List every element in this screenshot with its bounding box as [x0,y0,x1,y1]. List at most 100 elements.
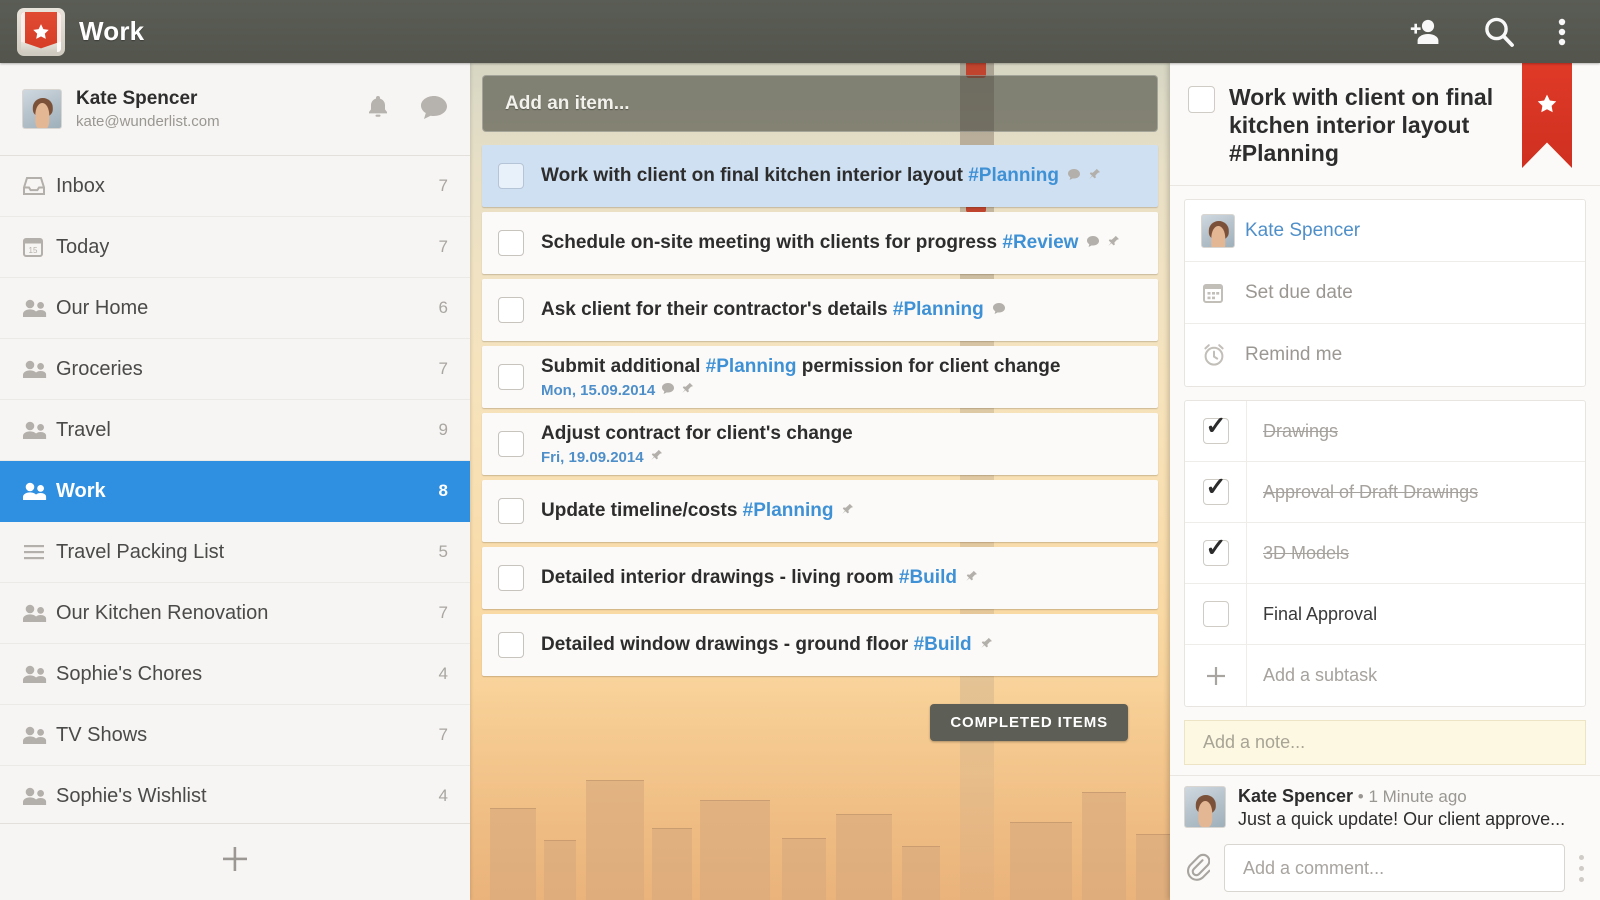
task-due-date: Mon, 15.09.2014 [541,381,656,399]
table-row[interactable]: Adjust contract for client's change Fri,… [482,413,1158,475]
completed-items-button[interactable]: COMPLETED ITEMS [930,704,1128,741]
list-item[interactable]: ✓ Drawings [1185,401,1585,463]
list-item[interactable]: Final Approval [1185,584,1585,646]
list-item[interactable]: ✓ 3D Models [1185,523,1585,585]
add-list-button[interactable] [0,822,470,900]
comment-time: • 1 Minute ago [1357,787,1467,806]
task-checkbox[interactable] [498,230,524,256]
sidebar-item-today[interactable]: 15 Today 7 [0,217,470,279]
task-text-after: permission for client change [796,356,1061,378]
user-meta: Kate Spencer kate@wunderlist.com [76,87,220,132]
sidebar-item-count: 4 [438,664,448,684]
task-checkbox[interactable] [498,565,524,591]
note-input[interactable]: Add a note... [1184,720,1586,765]
avatar [1201,213,1245,248]
top-bar: Work [0,0,1600,63]
assignee-row[interactable]: Kate Spencer [1185,200,1585,263]
sidebar-item-work[interactable]: Work 8 [0,461,470,523]
user-name: Kate Spencer [76,87,198,109]
task-text: Adjust contract for client's change [541,423,853,445]
paperclip-icon[interactable] [1184,851,1211,886]
sidebar-item-count: 7 [438,359,448,379]
sidebar-item-label: Our Home [56,296,149,319]
task-tag[interactable]: #Build [899,567,957,588]
avatar [22,89,62,130]
subtask-checkbox[interactable]: ✓ [1202,414,1229,445]
table-row[interactable]: Detailed interior drawings - living room… [482,547,1158,609]
table-row[interactable]: Ask client for their contractor's detail… [482,279,1158,341]
people-icon [22,786,52,806]
comment-icon [1067,164,1081,188]
sidebar-item-our-home[interactable]: Our Home 6 [0,278,470,340]
comment-main: Kate Spencer • 1 Minute ago Just a quick… [1238,786,1586,830]
search-icon[interactable] [1482,15,1516,49]
table-row[interactable]: Detailed window drawings - ground floor … [482,614,1158,676]
task-tag[interactable]: #Planning [893,299,984,320]
sidebar-item-groceries[interactable]: Groceries 7 [0,339,470,401]
task-checkbox[interactable] [498,364,524,390]
list-navigation: Inbox 7 15 Today 7 Our Home 6 Groceries … [0,156,470,822]
svg-text:15: 15 [29,246,38,255]
detail-task-checkbox[interactable] [1188,86,1215,113]
task-checkbox[interactable] [498,163,524,189]
task-checkbox[interactable] [498,632,524,658]
people-icon [22,359,52,379]
task-body: Adjust contract for client's change Fri,… [541,422,1142,466]
comment-input[interactable]: Add a comment... [1224,844,1565,892]
sidebar-item-label: Today [56,235,110,258]
user-profile-row[interactable]: Kate Spencer kate@wunderlist.com [0,63,470,157]
sidebar-item-our-kitchen-renovation[interactable]: Our Kitchen Renovation 7 [0,583,470,645]
task-title: Schedule on-site meeting with clients fo… [541,231,1142,255]
bell-icon[interactable] [366,94,390,125]
sidebar-item-label: Travel [56,418,111,441]
table-row[interactable]: Update timeline/costs #Planning [482,480,1158,542]
task-checkbox[interactable] [498,498,524,524]
task-due-date-row: Mon, 15.09.2014 [541,382,1142,399]
sidebar-item-sophies-wishlist[interactable]: Sophie's Wishlist 4 [0,766,470,822]
task-tag[interactable]: #Planning [706,356,797,377]
add-subtask-row[interactable]: Add a subtask [1185,645,1585,707]
overflow-menu-icon[interactable] [1558,17,1566,47]
task-tag[interactable]: #Review [1002,232,1078,253]
list-item[interactable]: ✓ Approval of Draft Drawings [1185,462,1585,524]
sidebar-item-travel-packing-list[interactable]: Travel Packing List 5 [0,522,470,584]
task-body: Work with client on final kitchen interi… [541,164,1142,188]
task-list: Work with client on final kitchen interi… [470,145,1170,676]
sidebar-item-tv-shows[interactable]: TV Shows 7 [0,705,470,767]
chat-bubble-icon[interactable] [420,94,448,125]
alarm-clock-icon [1201,342,1245,368]
due-date-row[interactable]: Set due date [1185,262,1585,325]
table-row[interactable]: Schedule on-site meeting with clients fo… [482,212,1158,274]
task-tag[interactable]: #Planning [743,500,834,521]
add-item-input[interactable]: Add an item... [482,75,1158,132]
subtask-checkbox-cell[interactable]: ✓ [1185,523,1247,584]
sidebar-item-label: Groceries [56,357,143,380]
comment-options-icon[interactable] [1579,854,1586,882]
user-email: kate@wunderlist.com [76,113,220,131]
sidebar-item-travel[interactable]: Travel 9 [0,400,470,462]
pin-icon [965,566,978,590]
subtask-checkbox[interactable] [1202,601,1229,628]
table-row[interactable]: Submit additional #Planning permission f… [482,346,1158,408]
wunderlist-star-logo-icon[interactable] [17,7,65,56]
subtask-checkbox[interactable]: ✓ [1202,475,1229,506]
task-title: Submit additional #Planning permission f… [541,355,1142,379]
task-body: Submit additional #Planning permission f… [541,355,1142,399]
subtask-checkbox-cell[interactable]: ✓ [1185,401,1247,462]
user-action-icons [366,94,448,125]
task-tag[interactable]: #Build [914,634,972,655]
task-tag[interactable]: #Planning [968,165,1059,186]
add-person-icon[interactable] [1408,17,1440,47]
task-checkbox[interactable] [498,431,524,457]
reminder-label: Remind me [1245,344,1343,366]
sidebar-item-sophies-chores[interactable]: Sophie's Chores 4 [0,644,470,706]
subtask-checkbox-cell[interactable]: ✓ [1185,462,1247,523]
task-checkbox[interactable] [498,297,524,323]
pin-icon [980,633,993,657]
subtask-checkbox-cell[interactable] [1185,584,1247,645]
sidebar-item-inbox[interactable]: Inbox 7 [0,156,470,218]
table-row[interactable]: Work with client on final kitchen interi… [482,145,1158,207]
task-title: Adjust contract for client's change [541,422,1142,446]
reminder-row[interactable]: Remind me [1185,324,1585,386]
subtask-checkbox[interactable]: ✓ [1202,536,1229,567]
